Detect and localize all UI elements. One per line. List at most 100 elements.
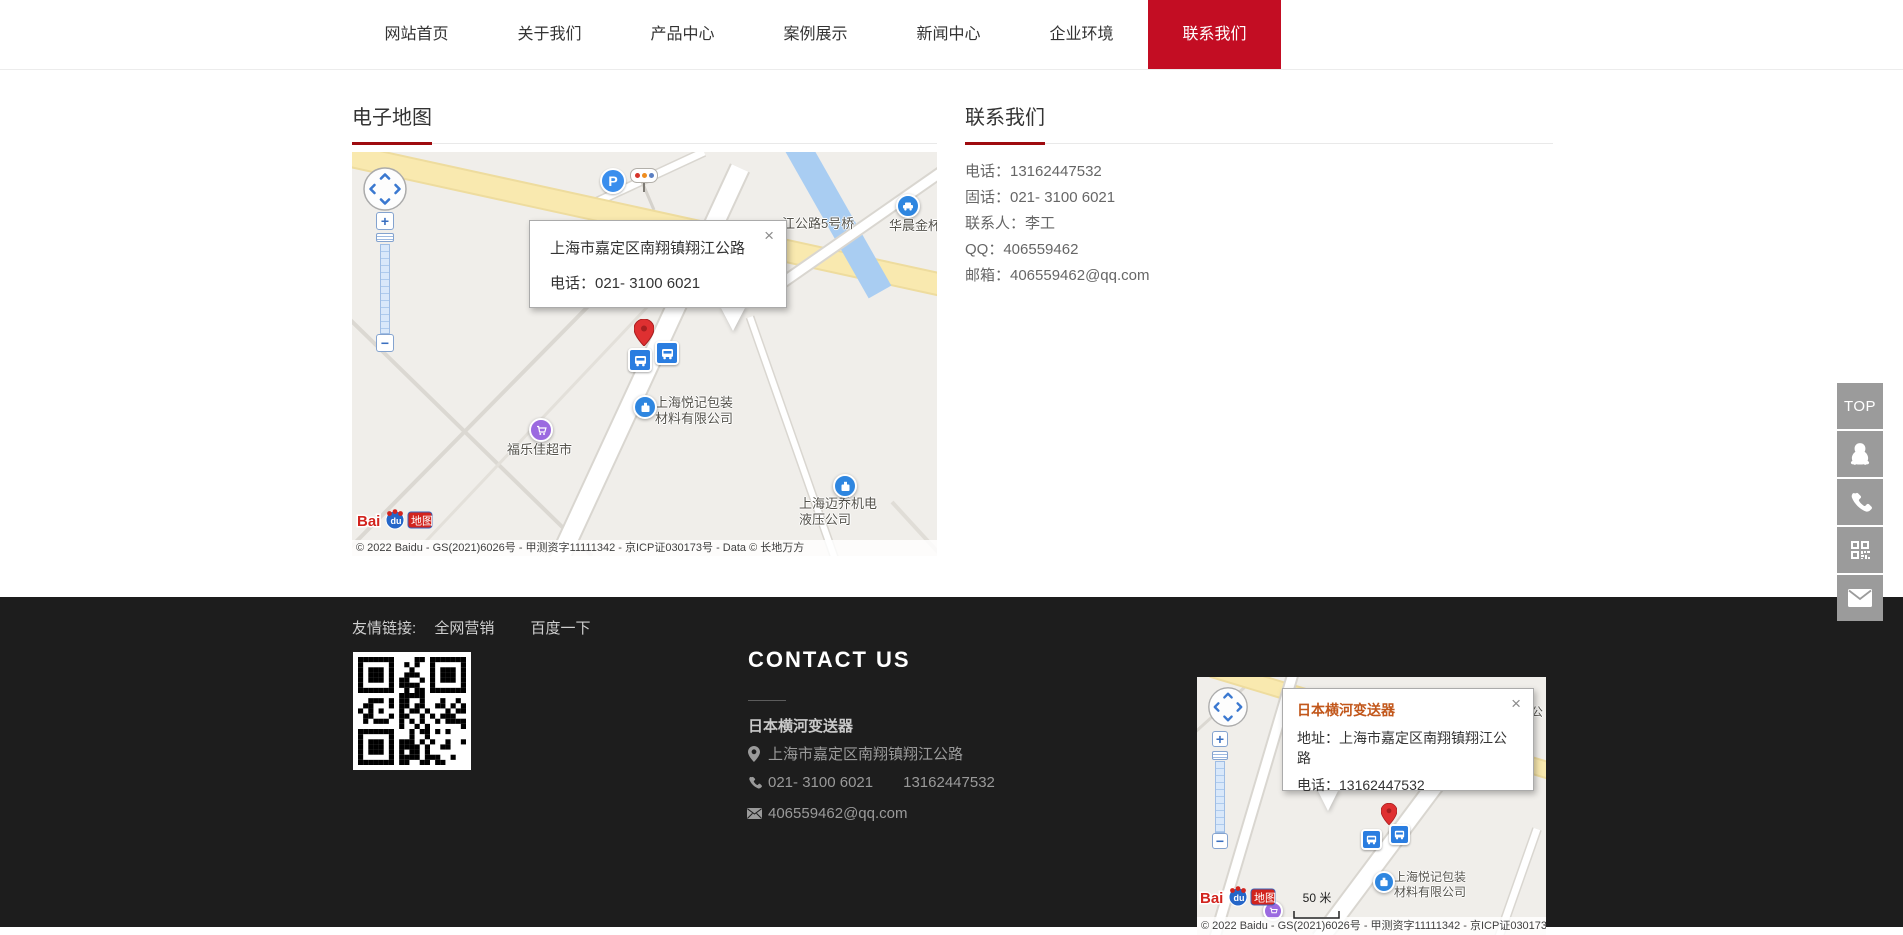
map-info-window: 上海市嘉定区南翔镇翔江公路 电话：021- 3100 6021 × [529,220,787,308]
footer-address-text: 上海市嘉定区南翔镇翔江公路 [768,743,963,764]
friend-links-row: 友情链接: 全网营销 百度一下 [352,617,623,638]
red-location-pin[interactable] [1381,803,1397,830]
footer-divider [748,700,786,701]
zoom-in-button[interactable]: + [1212,731,1228,747]
nav-item-environment[interactable]: 企业环境 [1015,0,1148,69]
contact-qq: QQ：406559462 [965,237,1553,263]
zoom-out-button[interactable]: − [1212,833,1228,849]
nav-item-contact-active[interactable]: 联系我们 [1148,0,1281,69]
bus-stop-icon[interactable] [628,348,652,372]
friend-links-label: 友情链接: [352,620,416,637]
footer-map-label-yueji: 上海悦记包装 材料有限公司 [1394,870,1466,900]
contact-person: 联系人：李工 [965,211,1553,237]
map-scale-bar: 50 米 [1293,889,1341,924]
info-window-title: 日本横河变送器 [1297,700,1519,720]
footer-address-row: 上海市嘉定区南翔镇翔江公路 [744,743,963,764]
info-window-address: 上海市嘉定区南翔镇翔江公路 [550,237,766,258]
friend-link-marketing[interactable]: 全网营销 [434,620,494,637]
nav-item-products[interactable]: 产品中心 [616,0,749,69]
map-section-title: 电子地图 [352,101,937,144]
baidu-map-footer[interactable]: 江公 路 上海悦记包装 材料有限公司 日本横河变送器 地址：上海市嘉定区南翔镇翔… [1197,677,1546,935]
mail-icon [1847,588,1873,608]
zoom-slider-track[interactable] [380,244,390,334]
footer-map-info-window: 日本横河变送器 地址：上海市嘉定区南翔镇翔江公路 电话：13162447532 … [1282,688,1534,791]
location-pin-icon [744,746,764,762]
baidu-logo-du: du [1234,893,1245,903]
info-window-phone: 电话：13162447532 [1297,775,1519,795]
company-poi-icon[interactable] [1373,871,1395,893]
company-poi-icon[interactable] [833,474,857,498]
nav-item-home[interactable]: 网站首页 [350,0,483,69]
info-window-tail [720,306,746,331]
map-label-huachen: 华晨金杯 [889,218,937,234]
nav-item-cases[interactable]: 案例展示 [749,0,882,69]
email-icon [744,808,764,819]
back-to-top-button[interactable]: TOP [1837,383,1883,429]
qr-code-image [353,652,471,770]
footer-phone-row: 021- 3100 6021 13162447532 [744,774,995,791]
bus-stop-icon[interactable] [655,341,679,365]
zoom-in-button[interactable]: + [376,212,394,230]
red-location-pin[interactable] [634,319,654,351]
map-section: 电子地图 P 江公路5号桥 [352,101,937,556]
map-label-yueji: 上海悦记包装 材料有限公司 [655,395,733,427]
footer-map-copyright: © 2022 Baidu - GS(2021)6026号 - 甲测资字11111… [1197,917,1546,935]
info-window-phone: 电话：021- 3100 6021 [550,272,766,293]
contact-email: 邮箱：406559462@qq.com [965,263,1553,289]
map-label-fulejia: 福乐佳超市 [507,442,572,458]
phone-icon [744,775,764,790]
footer-contact-heading: CONTACT US [748,647,911,673]
zoom-slider-handle[interactable] [376,233,394,242]
baidu-logo-bai: Bai [1200,890,1223,907]
baidu-logo-word: 地图 [411,515,433,528]
supermarket-poi-icon[interactable] [529,418,553,442]
qr-code-button[interactable] [1837,527,1883,573]
qr-code-icon [1848,538,1872,562]
contact-section-title: 联系我们 [965,101,1553,144]
footer: 友情链接: 全网营销 百度一下 CONTACT US 日本横河变送器 上海市嘉定… [0,597,1903,927]
contact-section: 联系我们 电话：13162447532 固话：021- 3100 6021 联系… [965,101,1553,289]
nav-item-about[interactable]: 关于我们 [483,0,616,69]
map-label-bridge: 江公路5号桥 [782,216,854,232]
baidu-maps-logo[interactable]: Bai du 地图 [1199,884,1277,915]
footer-phone1: 021- 3100 6021 [768,774,873,791]
bus-stop-icon[interactable] [1361,829,1382,850]
nav-item-news[interactable]: 新闻中心 [882,0,1015,69]
map-label-maiqiao: 上海迈乔机电 液压公司 [799,496,877,528]
email-contact-button[interactable] [1837,575,1883,621]
footer-company-name: 日本横河变送器 [748,715,853,736]
car-poi-icon[interactable] [896,194,920,218]
map-copyright: © 2022 Baidu - GS(2021)6026号 - 甲测资字11111… [352,540,937,556]
phone-icon [1848,490,1872,514]
footer-email-text: 406559462@qq.com [768,805,908,822]
baidu-logo-bai: Bai [357,513,380,530]
friend-link-baidu[interactable]: 百度一下 [531,620,591,637]
close-icon[interactable]: × [1511,695,1521,712]
company-poi-icon[interactable] [633,395,657,419]
qr-code-pattern [358,657,466,765]
footer-phone2: 13162447532 [903,774,995,791]
traffic-light-icon [630,168,658,192]
parking-icon[interactable]: P [600,168,626,194]
contact-phone: 电话：13162447532 [965,159,1553,185]
baidu-map-main[interactable]: P 江公路5号桥 华晨金杯 上海悦记包装 材料有限公司 福乐佳超市 [352,152,937,556]
phone-contact-button[interactable] [1837,479,1883,525]
info-window-address: 地址：上海市嘉定区南翔镇翔江公路 [1297,728,1519,768]
footer-email-row: 406559462@qq.com [744,805,908,822]
qq-chat-button[interactable] [1837,431,1883,477]
main-nav: 网站首页 关于我们 产品中心 案例展示 新闻中心 企业环境 联系我们 [350,0,1281,69]
zoom-out-button[interactable]: − [376,334,394,352]
contact-landline: 固话：021- 3100 6021 [965,185,1553,211]
map-pan-control[interactable] [362,166,408,217]
close-icon[interactable]: × [764,227,774,244]
baidu-logo-du: du [391,516,402,526]
contact-info-list: 电话：13162447532 固话：021- 3100 6021 联系人：李工 … [965,159,1553,289]
zoom-slider-handle[interactable] [1212,751,1228,760]
baidu-logo-word: 地图 [1254,892,1276,905]
zoom-slider-track[interactable] [1215,761,1225,833]
top-navigation-bar: 网站首页 关于我们 产品中心 案例展示 新闻中心 企业环境 联系我们 [0,0,1903,70]
qq-icon [1847,441,1873,467]
baidu-maps-logo[interactable]: Bai du 地图 [356,507,434,538]
floating-side-toolbar: TOP [1837,383,1883,623]
map-pan-control[interactable] [1207,686,1249,733]
